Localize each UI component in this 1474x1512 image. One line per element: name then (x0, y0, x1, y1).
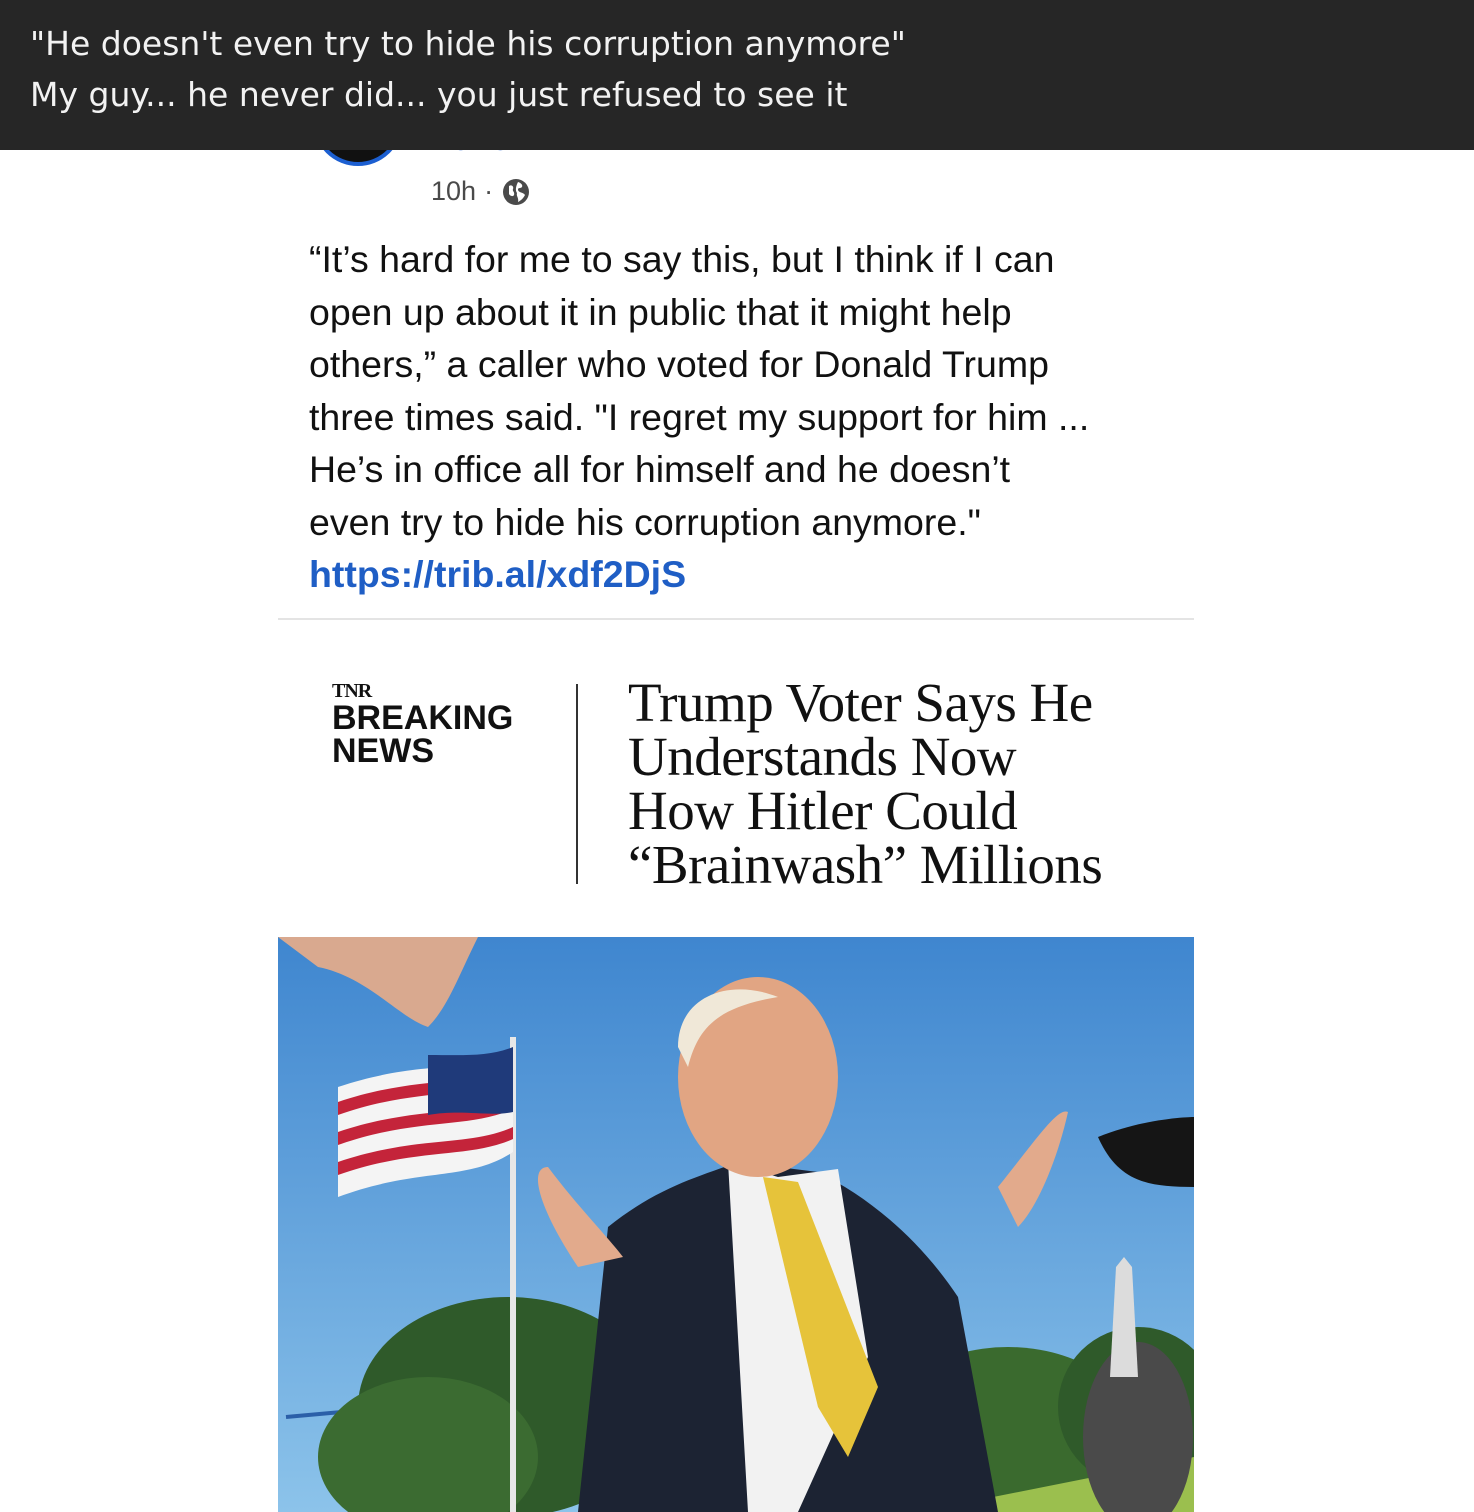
article-photo[interactable] (278, 937, 1194, 1512)
globe-icon (501, 177, 531, 207)
headline-line: Understands Now (628, 726, 1017, 787)
post-text-line: even try to hide his corruption anymore.… (309, 500, 981, 543)
caption-line-1: "He doesn't even try to hide his corrupt… (30, 24, 906, 63)
headline-line: “Brainwash” Millions (628, 834, 1103, 895)
caption-bar: "He doesn't even try to hide his corrupt… (0, 0, 1474, 150)
article-headline[interactable]: Trump Voter Says He Understands Now How … (628, 672, 1103, 895)
breaking-line: NEWS (332, 732, 434, 770)
breaking-line: BREAKING (332, 699, 514, 737)
meta-separator: · (484, 176, 494, 206)
post-meta: 10h · (431, 176, 531, 207)
post-text-line: open up about it in public that it might… (309, 290, 1012, 333)
post-link[interactable]: https://trib.al/xdf2DjS (309, 548, 686, 600)
card-vertical-divider (576, 684, 578, 884)
post-text-line: He’s in office all for himself and he do… (309, 448, 1011, 490)
headline-line: Trump Voter Says He (628, 672, 1093, 733)
post-text-line: others,” a caller who voted for Donald T… (309, 343, 1049, 385)
divider (278, 618, 1194, 620)
post-text: “It’s hard for me to say this, but I thi… (309, 233, 1209, 548)
post-time: 10h (431, 176, 477, 206)
breaking-news-label: BREAKING NEWS (332, 699, 514, 770)
headline-line: How Hitler Could (628, 780, 1018, 841)
post-text-line: three times said. "I regret my support f… (309, 395, 1090, 438)
caption-line-2: My guy... he never did... you just refus… (30, 75, 848, 114)
post-text-line: “It’s hard for me to say this, but I thi… (309, 238, 1055, 280)
